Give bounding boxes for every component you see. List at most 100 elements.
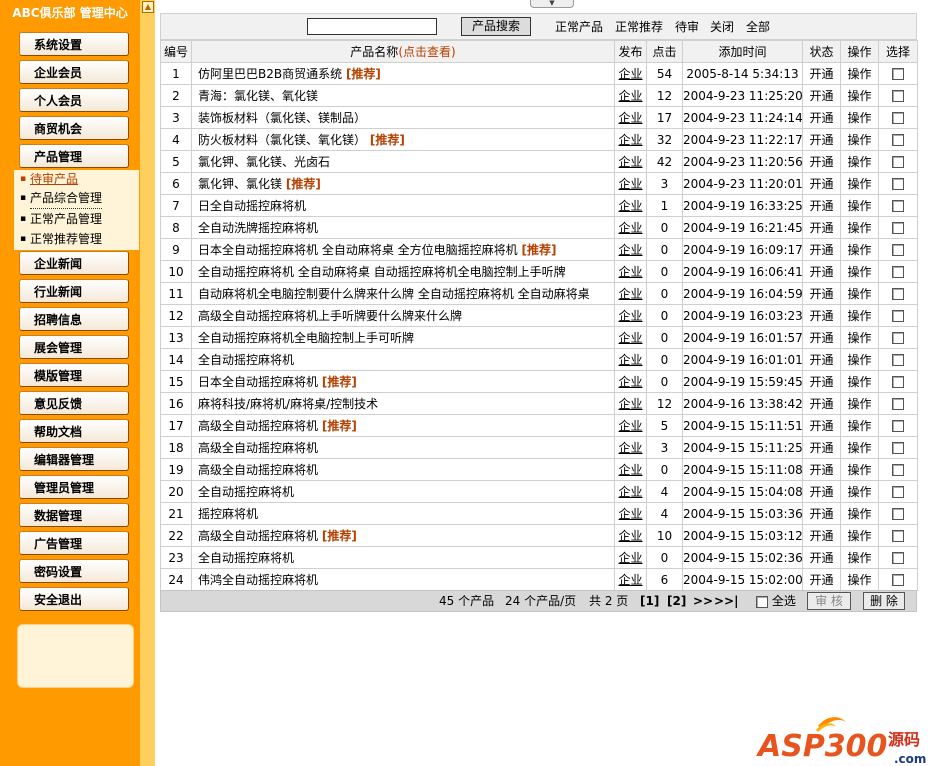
row-select-checkbox[interactable]	[892, 134, 904, 146]
row-status[interactable]: 开通	[802, 172, 841, 195]
page-link-2[interactable]: [2]	[667, 591, 686, 611]
row-status[interactable]: 开通	[802, 260, 841, 283]
row-status[interactable]: 开通	[802, 480, 841, 503]
publisher-link[interactable]: 企业	[618, 177, 642, 191]
filter-all[interactable]: 全部	[746, 14, 770, 41]
row-action-link[interactable]: 操作	[840, 480, 879, 503]
product-name-link[interactable]: 全自动摇控麻将机	[198, 353, 294, 367]
row-status[interactable]: 开通	[802, 414, 841, 437]
product-name-link[interactable]: 全自动洗牌摇控麻将机	[198, 221, 318, 235]
menu-enterprise-news-button[interactable]: 企业新闻	[19, 251, 129, 275]
row-action-link[interactable]: 操作	[840, 568, 879, 591]
product-name-link[interactable]: 日本全自动摇控麻将机	[198, 375, 318, 389]
select-all-checkbox[interactable]	[756, 595, 768, 608]
publisher-link[interactable]: 企业	[618, 331, 642, 345]
row-select-checkbox[interactable]	[892, 376, 904, 388]
page-link-1[interactable]: [1]	[640, 591, 659, 611]
search-button[interactable]: 产品搜索	[461, 17, 531, 36]
menu-editor-management-button[interactable]: 编辑器管理	[19, 447, 129, 471]
row-action-link[interactable]: 操作	[840, 436, 879, 459]
product-name-link[interactable]: 氯化钾、氯化镁	[198, 177, 282, 191]
row-select-checkbox[interactable]	[892, 420, 904, 432]
row-select-checkbox[interactable]	[892, 354, 904, 366]
product-name-link[interactable]: 伟鸿全自动摇控麻将机	[198, 573, 318, 587]
product-name-link[interactable]: 高级全自动摇控麻将机	[198, 463, 318, 477]
menu-template-management-button[interactable]: 模版管理	[19, 363, 129, 387]
row-status[interactable]: 开通	[802, 524, 841, 547]
publisher-link[interactable]: 企业	[618, 287, 642, 301]
product-name-link[interactable]: 高级全自动摇控麻将机	[198, 441, 318, 455]
menu-trade-opportunities-button[interactable]: 商贸机会	[19, 116, 129, 140]
product-name-link[interactable]: 氯化钾、氯化镁、光卤石	[198, 155, 330, 169]
menu-personal-members-button[interactable]: 个人会员	[19, 88, 129, 112]
publisher-link[interactable]: 企业	[618, 89, 642, 103]
row-status[interactable]: 开通	[802, 546, 841, 569]
row-status[interactable]: 开通	[802, 392, 841, 415]
menu-data-management-button[interactable]: 数据管理	[19, 503, 129, 527]
row-select-checkbox[interactable]	[892, 288, 904, 300]
product-name-link[interactable]: 全自动摇控麻将机	[198, 551, 294, 565]
row-action-link[interactable]: 操作	[840, 194, 879, 217]
product-name-link[interactable]: 日全自动摇控麻将机	[198, 199, 306, 213]
publisher-link[interactable]: 企业	[618, 67, 642, 81]
publisher-link[interactable]: 企业	[618, 133, 642, 147]
publisher-link[interactable]: 企业	[618, 353, 642, 367]
menu-feedback-button[interactable]: 意见反馈	[19, 391, 129, 415]
collapse-arrow-icon[interactable]: ▲	[142, 1, 154, 13]
publisher-link[interactable]: 企业	[618, 507, 642, 521]
row-status[interactable]: 开通	[802, 84, 841, 107]
row-status[interactable]: 开通	[802, 216, 841, 239]
next-page-link[interactable]: >>	[693, 591, 713, 611]
product-name-link[interactable]: 高级全自动摇控麻将机上手听牌要什么牌来什么牌	[198, 309, 462, 323]
product-name-link[interactable]: 日本全自动摇控麻将机 全自动麻将桌 全方位电脑摇控麻将机	[198, 243, 518, 257]
row-select-checkbox[interactable]	[892, 178, 904, 190]
delete-button[interactable]: 删 除	[863, 592, 905, 610]
publisher-link[interactable]: 企业	[618, 573, 642, 587]
row-action-link[interactable]: 操作	[840, 502, 879, 525]
row-status[interactable]: 开通	[802, 326, 841, 349]
row-action-link[interactable]: 操作	[840, 414, 879, 437]
row-status[interactable]: 开通	[802, 238, 841, 261]
submenu-product-overall-link[interactable]: 产品综合管理	[20, 190, 103, 209]
filter-pending[interactable]: 待审	[675, 14, 699, 41]
publisher-link[interactable]: 企业	[618, 551, 642, 565]
row-status[interactable]: 开通	[802, 106, 841, 129]
menu-product-management-button[interactable]: 产品管理	[19, 144, 129, 168]
menu-help-docs-button[interactable]: 帮助文档	[19, 419, 129, 443]
row-action-link[interactable]: 操作	[840, 546, 879, 569]
row-status[interactable]: 开通	[802, 194, 841, 217]
product-name-link[interactable]: 麻将科技/麻将机/麻将桌/控制技术	[198, 397, 378, 411]
row-action-link[interactable]: 操作	[840, 260, 879, 283]
row-select-checkbox[interactable]	[892, 244, 904, 256]
row-status[interactable]: 开通	[802, 62, 841, 85]
menu-enterprise-members-button[interactable]: 企业会员	[19, 60, 129, 84]
row-action-link[interactable]: 操作	[840, 370, 879, 393]
menu-admin-management-button[interactable]: 管理员管理	[19, 475, 129, 499]
row-select-checkbox[interactable]	[892, 68, 904, 80]
filter-closed[interactable]: 关闭	[710, 14, 734, 41]
row-select-checkbox[interactable]	[892, 156, 904, 168]
row-select-checkbox[interactable]	[892, 90, 904, 102]
search-input[interactable]	[307, 18, 437, 35]
product-name-link[interactable]: 青海：氯化镁、氧化镁	[198, 89, 318, 103]
row-action-link[interactable]: 操作	[840, 348, 879, 371]
row-action-link[interactable]: 操作	[840, 392, 879, 415]
product-name-link[interactable]: 高级全自动摇控麻将机	[198, 419, 318, 433]
row-select-checkbox[interactable]	[892, 200, 904, 212]
publisher-link[interactable]: 企业	[618, 463, 642, 477]
row-action-link[interactable]: 操作	[840, 150, 879, 173]
product-name-link[interactable]: 装饰板材料（氯化镁、镁制品）	[198, 111, 366, 125]
submenu-pending-products-link[interactable]: 待审产品	[20, 170, 78, 188]
row-select-checkbox[interactable]	[892, 332, 904, 344]
publisher-link[interactable]: 企业	[618, 375, 642, 389]
approve-button[interactable]: 审 核	[807, 592, 851, 610]
row-select-checkbox[interactable]	[892, 574, 904, 586]
publisher-link[interactable]: 企业	[618, 485, 642, 499]
publisher-link[interactable]: 企业	[618, 265, 642, 279]
row-select-checkbox[interactable]	[892, 398, 904, 410]
product-name-link[interactable]: 摇控麻将机	[198, 507, 258, 521]
row-action-link[interactable]: 操作	[840, 216, 879, 239]
product-name-link[interactable]: 全自动摇控麻将机 全自动麻将桌 自动摇控麻将机全电脑控制上手听牌	[198, 265, 566, 279]
row-action-link[interactable]: 操作	[840, 326, 879, 349]
row-status[interactable]: 开通	[802, 458, 841, 481]
